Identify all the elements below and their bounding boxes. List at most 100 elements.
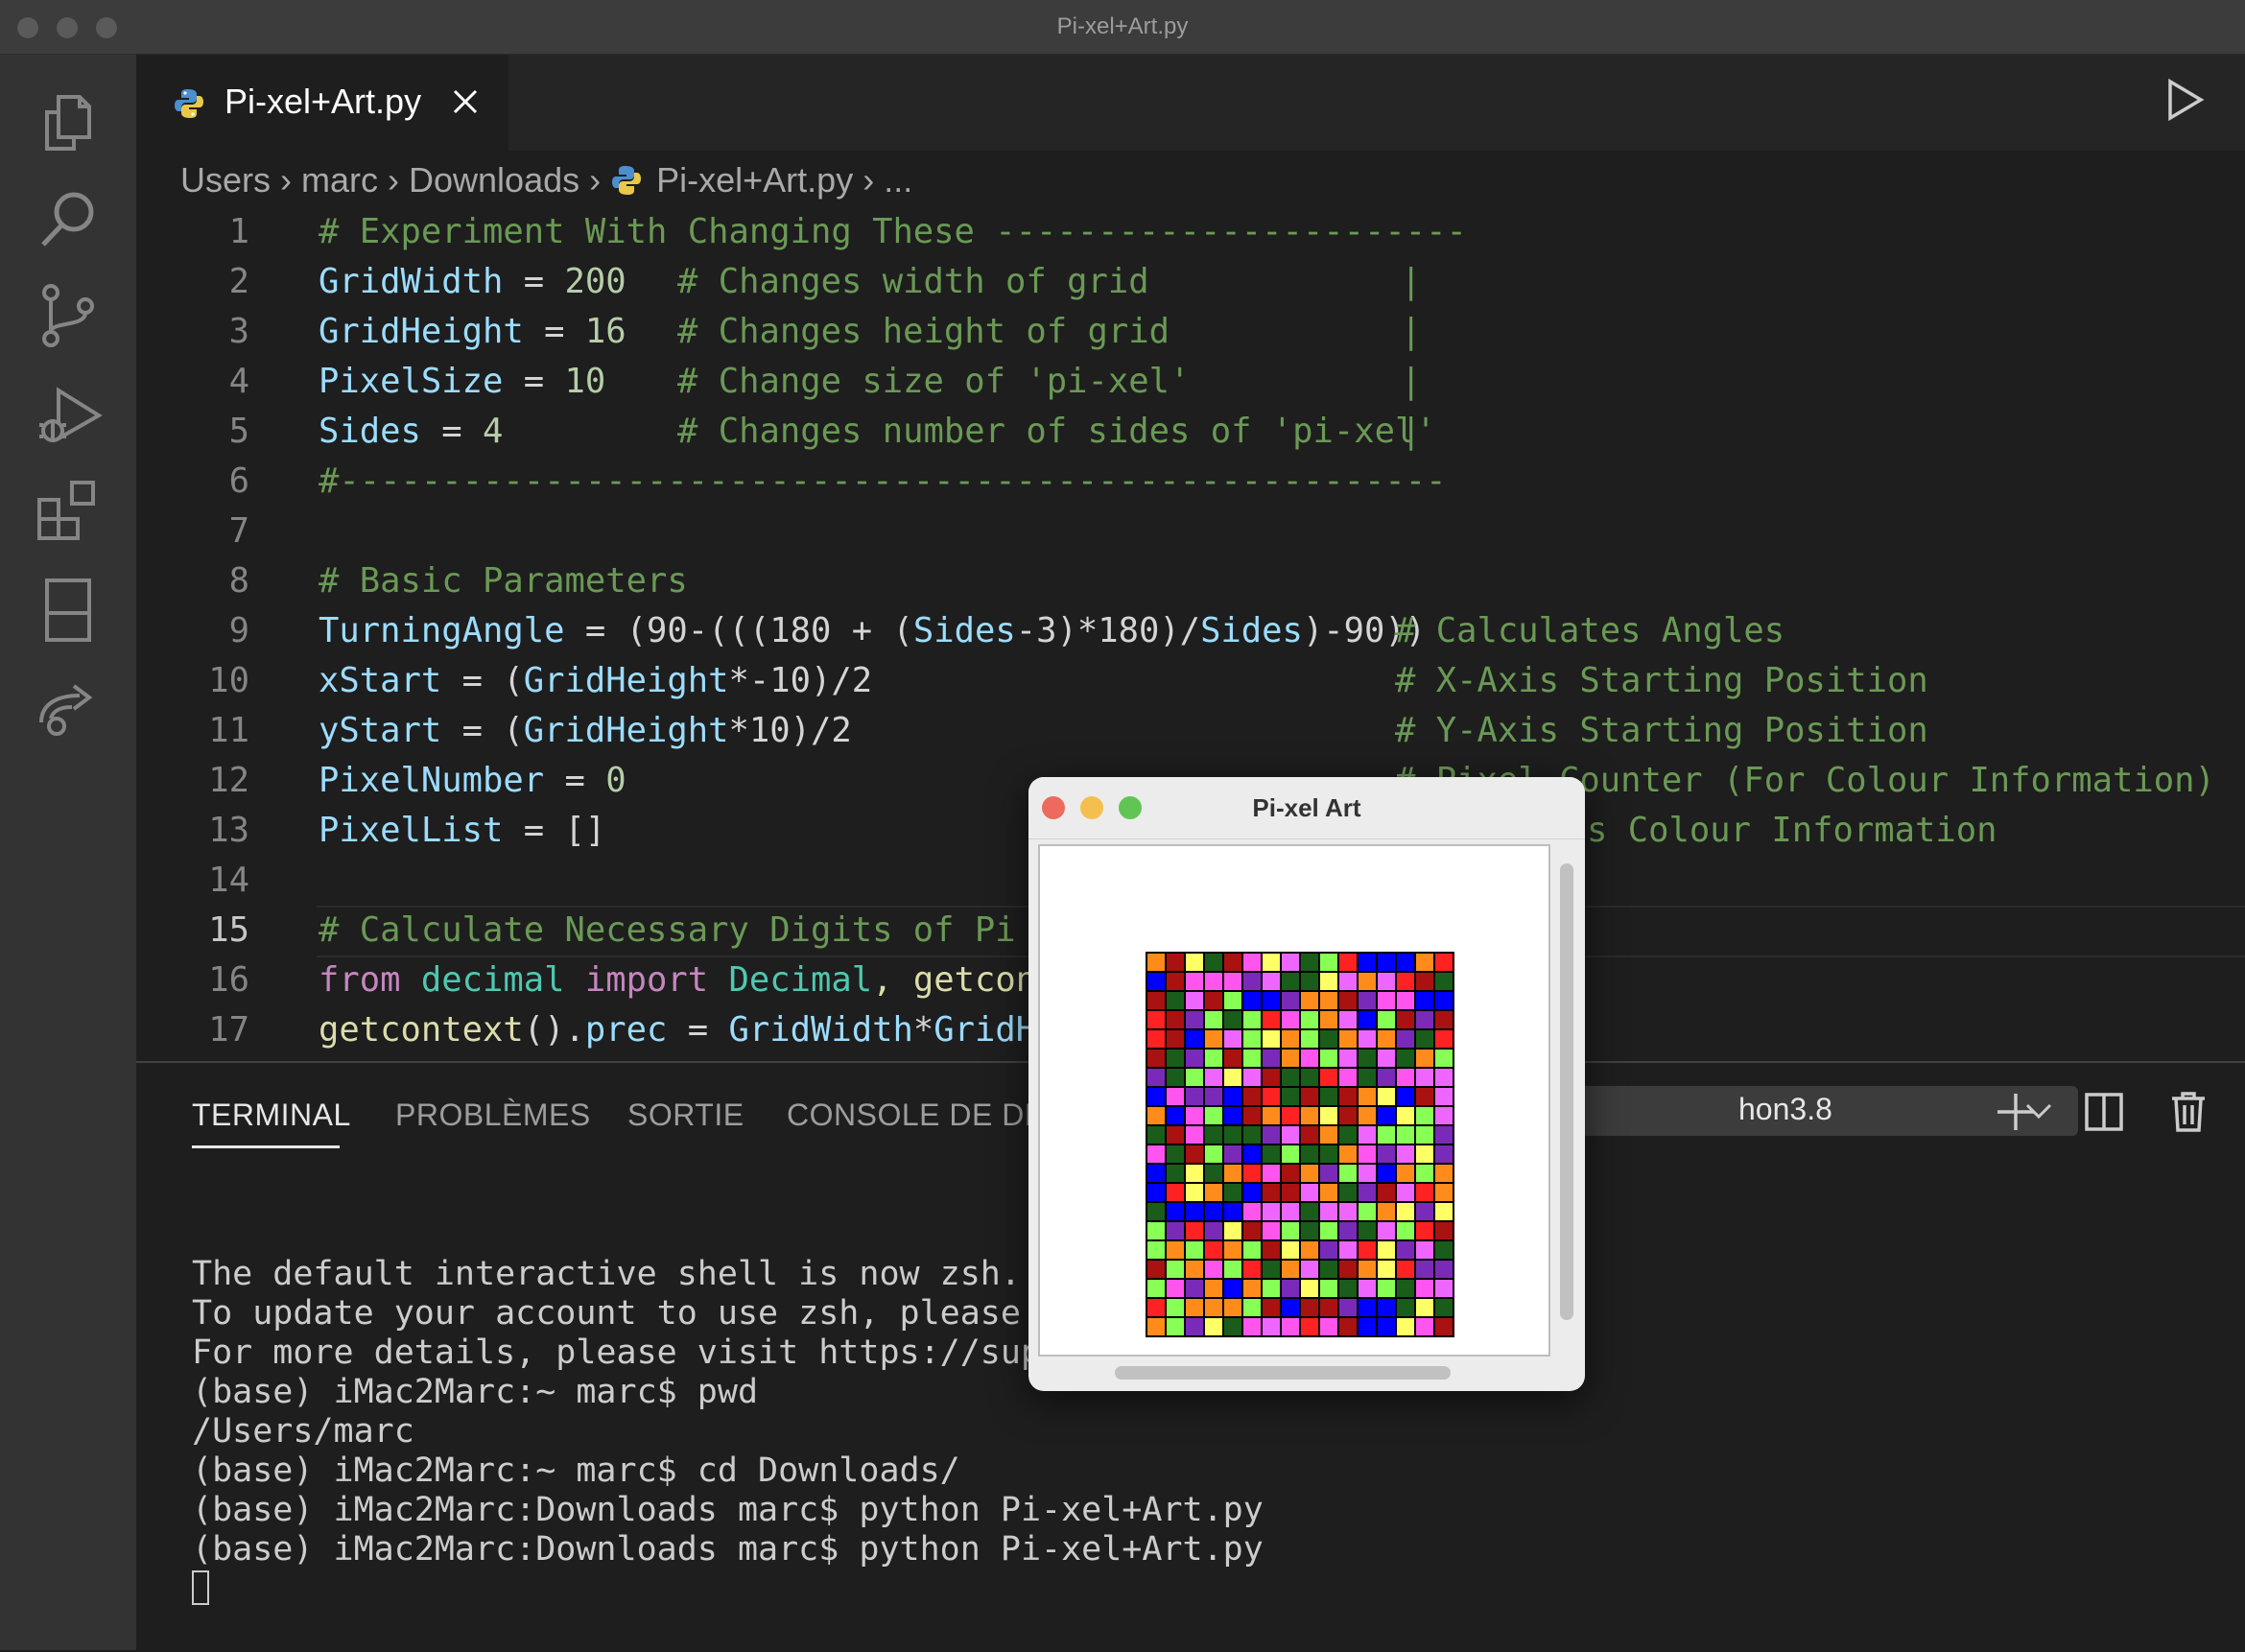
tab-terminal[interactable]: TERMINAL [192, 1097, 351, 1133]
pixel-art-window[interactable]: Pi-xel Art [1028, 777, 1585, 1391]
pixel-cell [1338, 1145, 1358, 1164]
comment: | [1401, 412, 1422, 451]
editor-tab[interactable]: Pi-xel+Art.py [136, 55, 508, 151]
pixel-cell [1262, 1068, 1281, 1087]
pixel-cell [1242, 1087, 1262, 1106]
pixel-cell [1415, 1145, 1434, 1164]
pixel-grid [1146, 952, 1454, 1337]
pixel-cell [1223, 1279, 1242, 1298]
pixel-cell [1262, 1164, 1281, 1183]
tab-debug-console[interactable]: CONSOLE DE DÉ [787, 1097, 1046, 1133]
pixel-cell [1415, 1106, 1434, 1125]
pixel-cell [1338, 1068, 1358, 1087]
pixel-cell [1242, 1010, 1262, 1029]
chevron-right-icon: › [280, 160, 293, 200]
pixel-cell [1204, 1068, 1223, 1087]
pixel-cell [1262, 1125, 1281, 1145]
pixel-cell [1223, 953, 1242, 972]
operator: *10)/2 [728, 711, 852, 750]
pixel-cell [1146, 1049, 1166, 1068]
pixel-cell [1185, 1068, 1204, 1087]
pixel-cell [1319, 1125, 1338, 1145]
pixel-cell [1185, 1145, 1204, 1164]
book-icon[interactable] [30, 571, 106, 648]
pixel-cell [1262, 1049, 1281, 1068]
pixel-cell [1358, 1068, 1377, 1087]
pixel-cell [1434, 1087, 1453, 1106]
pixel-art-titlebar[interactable]: Pi-xel Art [1028, 777, 1585, 839]
breadcrumb-file[interactable]: Pi-xel+Art.py [656, 160, 853, 201]
close-tab-icon[interactable] [449, 85, 482, 118]
pixel-art-canvas[interactable] [1038, 844, 1550, 1357]
pixel-cell [1377, 972, 1396, 991]
breadcrumb-users[interactable]: Users [180, 160, 271, 201]
pixel-cell [1338, 972, 1358, 991]
pixel-cell [1396, 1106, 1415, 1125]
line-number: 17 [208, 1010, 249, 1050]
pixel-cell [1281, 1029, 1300, 1049]
pixel-cell [1358, 953, 1377, 972]
breadcrumb-marc[interactable]: marc [301, 160, 378, 201]
pixel-cell [1281, 1240, 1300, 1260]
breadcrumb-downloads[interactable]: Downloads [409, 160, 579, 201]
pixel-cell [1358, 1183, 1377, 1202]
run-python-file-icon[interactable] [2164, 76, 2207, 124]
pixel-cell [1146, 1202, 1166, 1221]
pixel-cell [1281, 1010, 1300, 1029]
comment: | [1401, 362, 1422, 401]
pixel-cell [1300, 1125, 1319, 1145]
vertical-scrollbar[interactable] [1560, 863, 1573, 1320]
pixel-cell [1319, 1068, 1338, 1087]
explorer-icon[interactable] [30, 83, 106, 160]
number: 0 [605, 761, 626, 800]
pixel-cell [1415, 1029, 1434, 1049]
pixel-cell [1338, 1125, 1358, 1145]
tab-output[interactable]: SORTIE [627, 1097, 744, 1133]
line-number: 3 [228, 312, 249, 351]
tab-problems[interactable]: PROBLÈMES [395, 1097, 591, 1133]
pixel-cell [1281, 1279, 1300, 1298]
pixel-cell [1415, 953, 1434, 972]
extensions-icon[interactable] [30, 473, 106, 550]
operator: = ( [441, 661, 524, 700]
search-icon[interactable] [30, 181, 106, 258]
pixel-cell [1242, 1260, 1262, 1279]
line-number: 16 [208, 960, 249, 1000]
pixel-cell [1377, 1183, 1396, 1202]
pixel-cell [1338, 1106, 1358, 1125]
variable: xStart [319, 661, 442, 700]
source-control-icon[interactable] [30, 277, 106, 354]
pixel-cell [1396, 1221, 1415, 1240]
pixel-cell [1281, 1164, 1300, 1183]
variable: PixelSize [319, 362, 504, 401]
pixel-cell [1377, 1145, 1396, 1164]
horizontal-scrollbar[interactable] [1115, 1366, 1451, 1380]
run-debug-icon[interactable] [30, 375, 106, 452]
pixel-cell [1319, 1298, 1338, 1317]
pixel-cell [1300, 1087, 1319, 1106]
pixel-cell [1338, 1029, 1358, 1049]
comment: # Basic Parameters [319, 561, 688, 601]
shell-select-value: hon3.8 [1738, 1092, 1832, 1126]
pixel-cell [1338, 1298, 1358, 1317]
pixel-cell [1204, 1125, 1223, 1145]
number: 16 [584, 312, 626, 351]
pixel-cell [1358, 1145, 1377, 1164]
pixel-cell [1434, 972, 1453, 991]
split-terminal-icon[interactable] [2080, 1088, 2128, 1136]
pixel-cell [1396, 1068, 1415, 1087]
pixel-cell [1185, 1202, 1204, 1221]
pixel-art-title: Pi-xel Art [1252, 793, 1361, 822]
add-terminal-icon[interactable] [1992, 1088, 2040, 1136]
remote-share-icon[interactable] [30, 669, 106, 745]
pixel-cell [1281, 1125, 1300, 1145]
breadcrumb-symbol[interactable]: ... [884, 160, 912, 201]
line-number: 13 [208, 811, 249, 850]
pixel-cell [1319, 1317, 1338, 1336]
trash-icon[interactable] [2164, 1088, 2212, 1136]
pixel-cell [1204, 1087, 1223, 1106]
pixel-cell [1223, 1145, 1242, 1164]
pixel-cell [1377, 991, 1396, 1010]
pixel-cell [1434, 1317, 1453, 1336]
pixel-cell [1434, 1068, 1453, 1087]
